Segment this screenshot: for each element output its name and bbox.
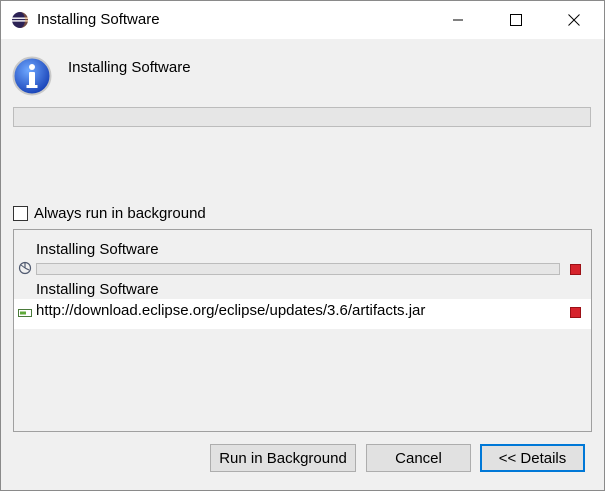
eclipse-app-icon [12, 12, 28, 28]
overall-progress-bar [13, 107, 591, 127]
minimize-icon [453, 19, 463, 21]
details-button[interactable]: << Details [480, 444, 585, 472]
maximize-icon [510, 14, 522, 26]
job-subtask: Installing Software [36, 281, 159, 298]
minimize-button[interactable] [431, 1, 485, 39]
close-button[interactable] [547, 1, 601, 39]
always-run-in-background-option[interactable]: Always run in background [13, 205, 206, 222]
list-item[interactable]: Installing Software Installing Software [14, 230, 591, 299]
dialog-body: Installing Software Always run in backgr… [1, 39, 604, 490]
cancel-task-button[interactable] [570, 307, 581, 318]
job-list[interactable]: Installing Software Installing Software … [13, 229, 592, 432]
dialog-window: Installing Software Installing Software … [0, 0, 605, 491]
cancel-job-button[interactable] [570, 264, 581, 275]
always-run-in-background-label[interactable]: Always run in background [34, 205, 206, 222]
header-title: Installing Software [68, 59, 191, 76]
list-item[interactable]: http://download.eclipse.org/eclipse/upda… [14, 299, 591, 329]
close-icon [568, 14, 580, 26]
info-icon [12, 56, 52, 96]
always-run-in-background-checkbox[interactable] [13, 206, 28, 221]
title-bar[interactable]: Installing Software [1, 1, 604, 39]
cancel-button[interactable]: Cancel [366, 444, 471, 472]
download-task-icon [18, 309, 32, 317]
job-progress-bar [36, 263, 560, 275]
job-title: Installing Software [36, 241, 159, 258]
task-url: http://download.eclipse.org/eclipse/upda… [36, 302, 426, 319]
run-in-background-button[interactable]: Run in Background [210, 444, 356, 472]
maximize-button[interactable] [489, 1, 543, 39]
progress-spinner-icon [18, 261, 32, 275]
window-title: Installing Software [37, 11, 160, 28]
